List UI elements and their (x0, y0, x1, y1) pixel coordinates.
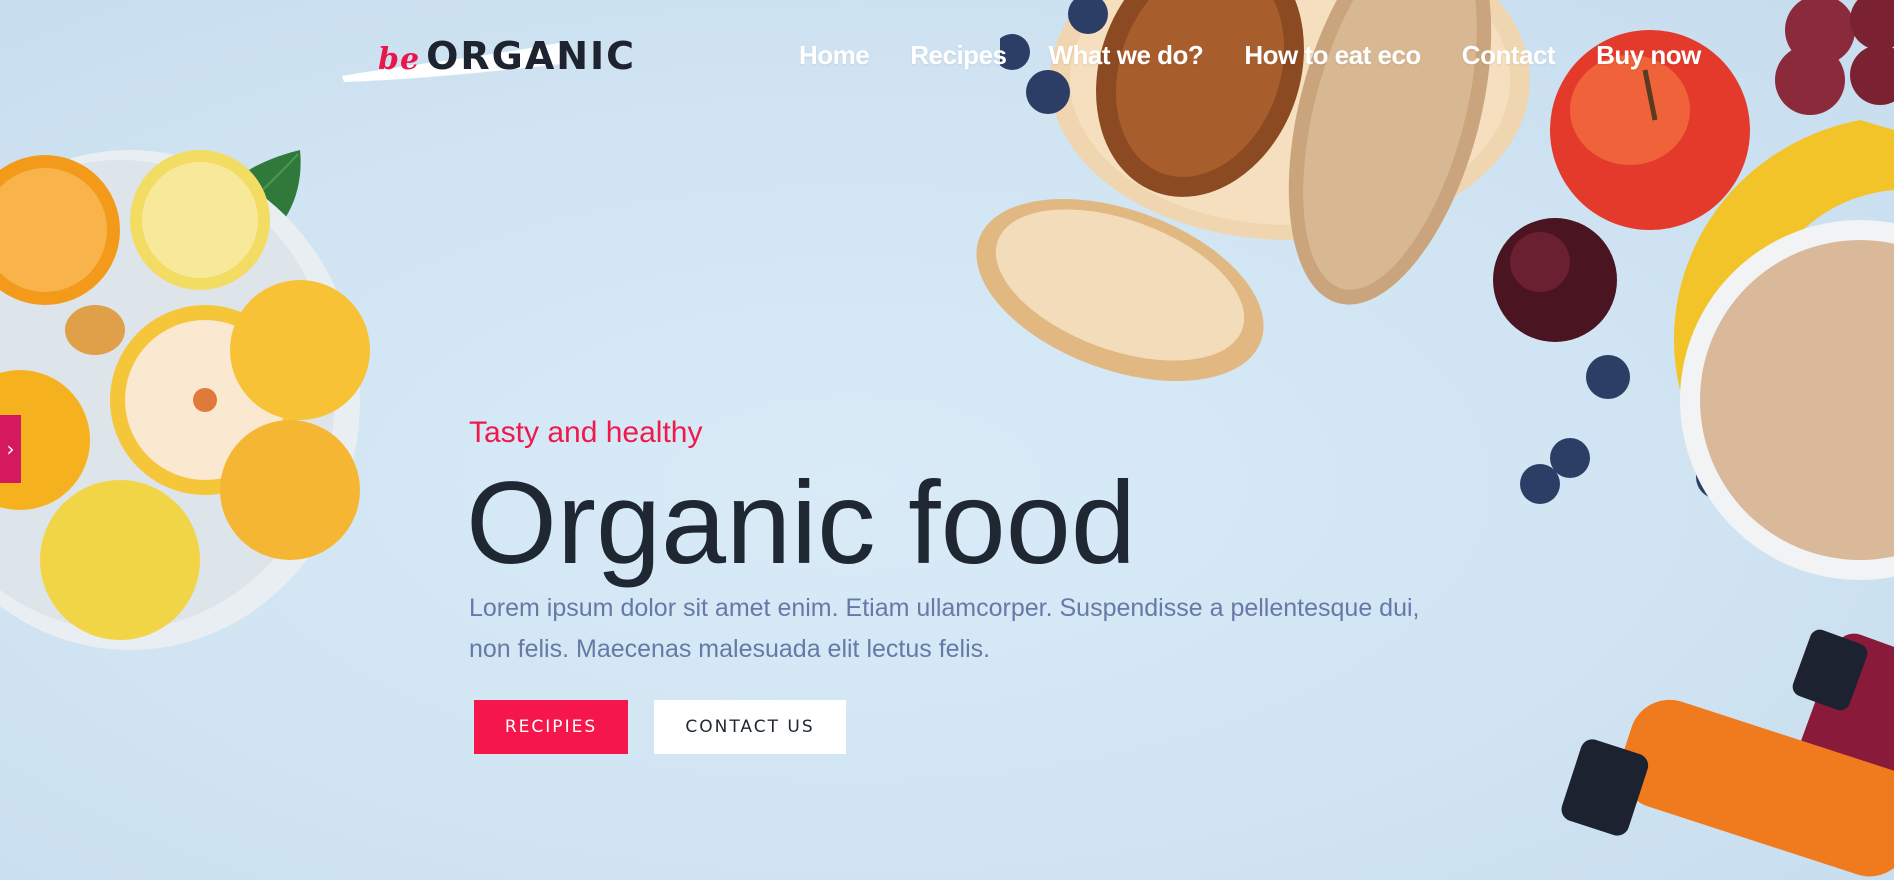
nav-contact[interactable]: Contact (1462, 40, 1556, 71)
main-navigation: Home Recipes What we do? How to eat eco … (799, 40, 1701, 71)
logo-prefix: be (378, 42, 421, 77)
hero-title: Organic food (466, 457, 1136, 588)
fruits-illustration (1493, 0, 1894, 580)
slider-next-button[interactable]: › (0, 415, 21, 483)
logo-wordmark: be ORGANIC (378, 34, 636, 84)
hero-section: be ORGANIC Home Recipes What we do? How … (0, 0, 1894, 880)
recipes-button[interactable]: RECIPIES (474, 700, 628, 754)
hero-description: Lorem ipsum dolor sit amet enim. Etiam u… (469, 594, 1420, 663)
nav-buy-now[interactable]: Buy now (1596, 40, 1701, 71)
nav-recipes[interactable]: Recipes (910, 40, 1007, 71)
nav-how-to-eat-eco[interactable]: How to eat eco (1244, 40, 1421, 71)
nav-home[interactable]: Home (799, 40, 870, 71)
brand-logo[interactable]: be ORGANIC (338, 28, 634, 84)
chevron-right-icon: › (6, 437, 15, 461)
logo-name: ORGANIC (426, 34, 637, 78)
fruit-bowl-illustration (0, 150, 370, 650)
juice-bottles-illustration (1561, 629, 1894, 877)
contact-us-button[interactable]: CONTACT US (654, 700, 846, 754)
hero-eyebrow: Tasty and healthy (469, 416, 703, 449)
nav-what-we-do[interactable]: What we do? (1048, 40, 1203, 71)
